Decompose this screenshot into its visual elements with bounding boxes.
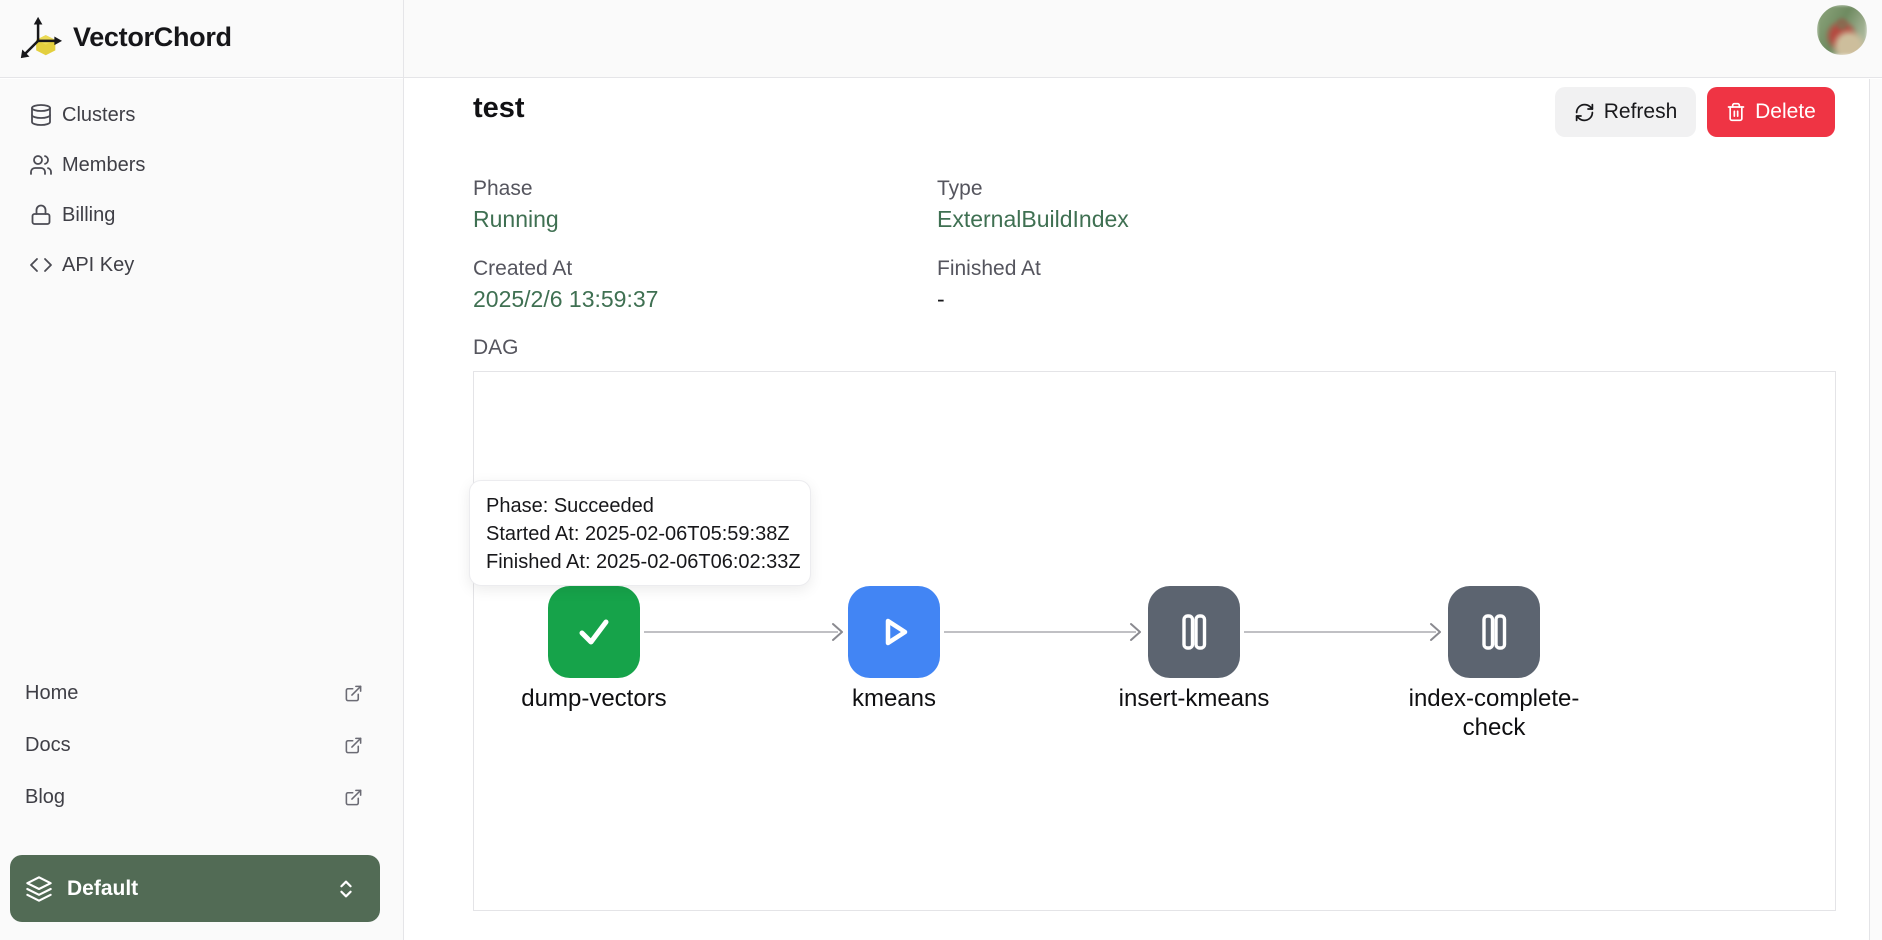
dag-node-label: index-complete-check <box>1399 684 1589 742</box>
sidebar-item-billing[interactable]: Billing <box>0 190 403 240</box>
field-finished-at: Finished At - <box>937 258 1357 313</box>
sidebar-item-label: Members <box>62 154 145 177</box>
sidebar-item-members[interactable]: Members <box>0 140 403 190</box>
pause-icon <box>1471 609 1517 655</box>
tooltip-started-line: Started At: 2025-02-06T05:59:38Z <box>486 520 794 548</box>
pause-icon <box>1171 609 1217 655</box>
layers-icon <box>25 875 53 903</box>
external-link-icon <box>344 736 363 755</box>
sidebar: Clusters Members Billing API Key Home Do <box>0 79 403 940</box>
sidebar-link-label: Blog <box>25 786 65 809</box>
field-created-at: Created At 2025/2/6 13:59:37 <box>473 258 893 313</box>
topbar: VectorChord <box>0 0 1882 78</box>
page-title: test <box>473 92 525 125</box>
field-label: Finished At <box>937 258 1357 279</box>
tooltip-finished-line: Finished At: 2025-02-06T06:02:33Z <box>486 548 794 576</box>
sidebar-item-clusters[interactable]: Clusters <box>0 90 403 140</box>
play-icon <box>871 609 917 655</box>
field-value: Running <box>473 206 893 233</box>
field-label: Type <box>937 178 1357 199</box>
external-link-icon <box>344 788 363 807</box>
field-value: ExternalBuildIndex <box>937 206 1357 233</box>
sidebar-link-blog[interactable]: Blog <box>0 783 403 811</box>
chevrons-up-down-icon <box>335 878 357 900</box>
field-type: Type ExternalBuildIndex <box>937 178 1357 233</box>
tooltip-phase-line: Phase: Succeeded <box>486 492 794 520</box>
sidebar-item-label: Clusters <box>62 104 135 127</box>
database-icon <box>29 103 53 127</box>
refresh-icon <box>1574 102 1595 123</box>
delete-button-label: Delete <box>1755 100 1816 124</box>
check-icon <box>571 609 617 655</box>
delete-button[interactable]: Delete <box>1707 87 1835 137</box>
users-icon <box>29 153 53 177</box>
node-status-box <box>1448 586 1540 678</box>
field-value: 2025/2/6 13:59:37 <box>473 286 893 313</box>
sidebar-item-label: API Key <box>62 254 134 277</box>
dag-node-label: dump-vectors <box>499 684 689 713</box>
node-status-box <box>1148 586 1240 678</box>
main-content: test Refresh Delete Phase Running Type E… <box>404 79 1869 940</box>
dag-node-dump-vectors[interactable]: dump-vectors <box>499 586 689 713</box>
dag-canvas[interactable]: dump-vectors kmeans insert-kmeans <box>473 371 1836 911</box>
sidebar-link-label: Docs <box>25 734 71 757</box>
scrollbar-gutter[interactable] <box>1869 79 1882 940</box>
dag-node-index-complete-check[interactable]: index-complete-check <box>1399 586 1589 742</box>
dag-node-label: insert-kmeans <box>1099 684 1289 713</box>
dag-node-label: kmeans <box>799 684 989 713</box>
field-label: Created At <box>473 258 893 279</box>
node-status-box <box>848 586 940 678</box>
sidebar-nav: Clusters Members Billing API Key <box>0 79 403 290</box>
field-label: Phase <box>473 178 893 199</box>
sidebar-divider <box>403 0 404 940</box>
node-tooltip: Phase: Succeeded Started At: 2025-02-06T… <box>469 480 811 586</box>
code-icon <box>29 253 53 277</box>
dag-node-kmeans[interactable]: kmeans <box>799 586 989 713</box>
avatar-photo <box>1817 5 1867 55</box>
brand-name: VectorChord <box>73 22 232 53</box>
project-switcher-label: Default <box>67 877 138 901</box>
sidebar-link-docs[interactable]: Docs <box>0 731 403 759</box>
dag-section-label: DAG <box>473 336 519 360</box>
sidebar-link-home[interactable]: Home <box>0 679 403 707</box>
field-value: - <box>937 286 1357 313</box>
sidebar-item-label: Billing <box>62 204 115 227</box>
dag-node-insert-kmeans[interactable]: insert-kmeans <box>1099 586 1289 713</box>
sidebar-item-api-key[interactable]: API Key <box>0 240 403 290</box>
sidebar-link-label: Home <box>25 682 78 705</box>
project-switcher-button[interactable]: Default <box>10 855 380 922</box>
trash-icon <box>1726 102 1746 122</box>
node-status-box <box>548 586 640 678</box>
lock-icon <box>29 203 53 227</box>
brand[interactable]: VectorChord <box>17 14 232 60</box>
user-avatar[interactable] <box>1817 5 1867 55</box>
external-link-icon <box>344 684 363 703</box>
refresh-button-label: Refresh <box>1604 100 1678 124</box>
field-phase: Phase Running <box>473 178 893 233</box>
brand-logo-icon <box>17 14 63 60</box>
refresh-button[interactable]: Refresh <box>1555 87 1696 137</box>
